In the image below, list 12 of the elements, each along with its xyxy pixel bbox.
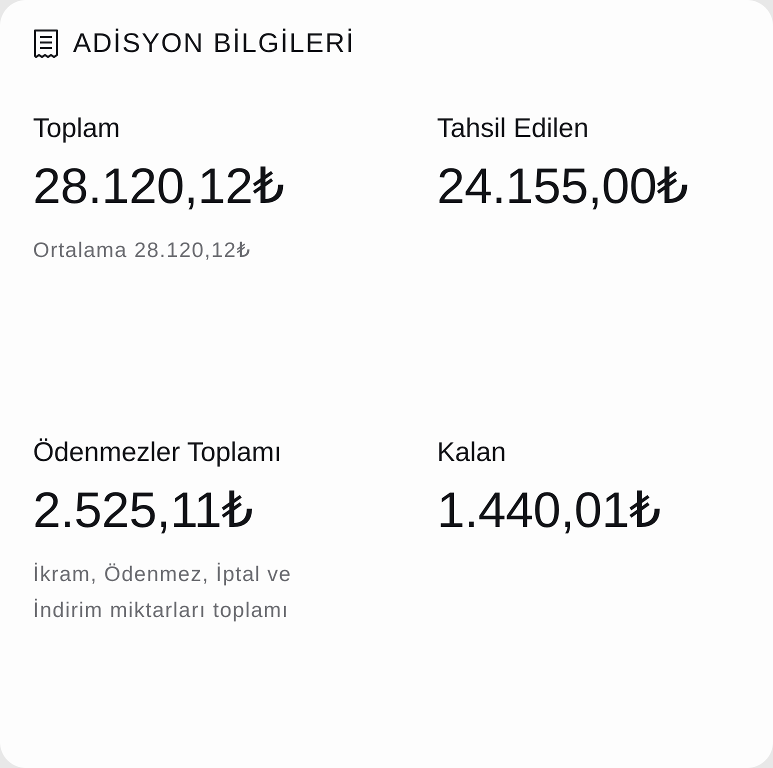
- stat-note: İkram, Ödenmez, İptal ve İndirim miktarları toplamı: [33, 562, 293, 624]
- stat-label: Ödenmezler Toplamı: [33, 436, 283, 468]
- section-title: ADİSYON BİLGİLERİ: [73, 28, 355, 58]
- stat-value: 28.120,12₺: [33, 157, 286, 216]
- stat-label: Toplam: [33, 112, 122, 144]
- stat-value: 1.440,01₺: [437, 481, 662, 540]
- stat-value: 2.525,11₺: [33, 481, 254, 540]
- stat-label: Tahsil Edilen: [437, 112, 590, 144]
- stat-note: Ortalama 28.120,12₺: [33, 238, 252, 264]
- stat-value: 24.155,00₺: [437, 157, 690, 216]
- receipt-icon: [33, 28, 59, 58]
- stat-label: Kalan: [437, 436, 508, 468]
